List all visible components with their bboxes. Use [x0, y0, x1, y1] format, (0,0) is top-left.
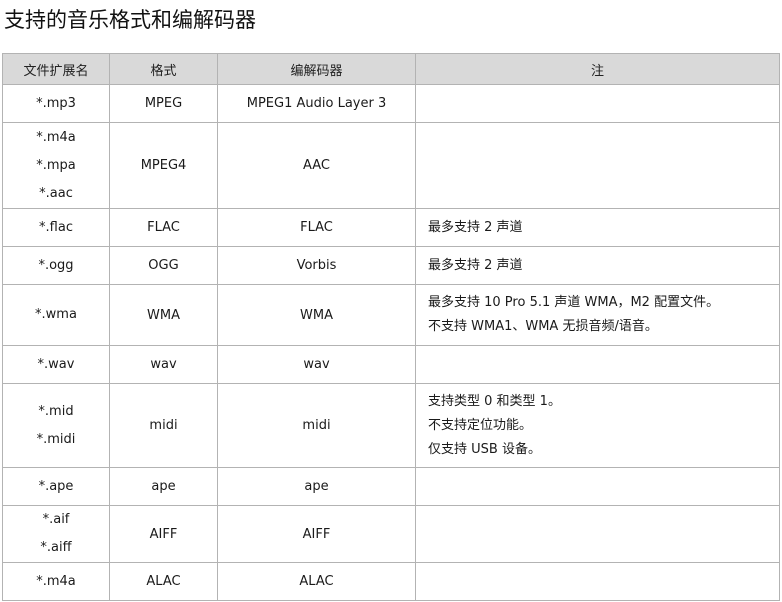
format-cell: midi: [109, 383, 218, 468]
extension-text: *.ape: [38, 478, 74, 494]
extension-cell: *.ape: [2, 467, 110, 506]
extension-cell: *.ogg: [2, 246, 110, 285]
notes-cell: 支持类型 0 和类型 1。 不支持定位功能。 仅支持 USB 设备。: [415, 383, 780, 468]
codec-cell: ALAC: [217, 562, 416, 601]
column-header-extension: 文件扩展名: [2, 53, 110, 85]
format-cell: wav: [109, 345, 218, 384]
notes-cell: [415, 345, 780, 384]
table-row: *.flac FLAC FLAC 最多支持 2 声道: [2, 208, 780, 247]
note-text: 仅支持 USB 设备。: [428, 441, 541, 457]
extension-text: *.m4a: [36, 129, 76, 145]
format-cell: OGG: [109, 246, 218, 285]
table-row: *.m4a ALAC ALAC: [2, 562, 780, 601]
extension-cell: *.flac: [2, 208, 110, 247]
extension-text: *.aif: [42, 512, 70, 527]
note-text: 不支持定位功能。: [428, 417, 533, 433]
extension-cell: *.wma: [2, 284, 110, 346]
note-text: 不支持 WMA1、WMA 无损音频/语音。: [428, 319, 658, 334]
extension-text: *.midi: [36, 431, 76, 447]
codec-cell: FLAC: [217, 208, 416, 247]
notes-cell: [415, 505, 780, 563]
notes-cell: [415, 562, 780, 601]
table-row: *.ape ape ape: [2, 467, 780, 506]
codec-cell: Vorbis: [217, 246, 416, 285]
note-text: 最多支持 2 声道: [428, 257, 523, 273]
column-header-notes: 注: [415, 53, 780, 85]
note-text: 最多支持 10 Pro 5.1 声道 WMA，M2 配置文件。: [428, 295, 720, 310]
table-row: *.aif *.aiff AIFF AIFF: [2, 505, 780, 563]
format-cell: MPEG: [109, 84, 218, 123]
codec-cell: AAC: [217, 122, 416, 209]
extension-text: *.aac: [39, 185, 73, 201]
table-row: *.wav wav wav: [2, 345, 780, 384]
codec-cell: WMA: [217, 284, 416, 346]
extension-cell: *.m4a: [2, 562, 110, 601]
extension-text: *.wav: [37, 356, 75, 372]
format-cell: ALAC: [109, 562, 218, 601]
table-row: *.mid *.midi midi midi 支持类型 0 和类型 1。 不支持…: [2, 383, 780, 468]
extension-text: *.mid: [38, 403, 74, 419]
notes-cell: [415, 122, 780, 209]
music-format-table: 文件扩展名 格式 编解码器 注 *.mp3 MPEG MPEG1 Audio L…: [2, 53, 780, 601]
format-cell: ape: [109, 467, 218, 506]
extension-text: *.wma: [35, 307, 77, 322]
notes-cell: [415, 467, 780, 506]
extension-text: *.m4a: [36, 573, 76, 589]
extension-cell: *.m4a *.mpa *.aac: [2, 122, 110, 209]
codec-cell: MPEG1 Audio Layer 3: [217, 84, 416, 123]
extension-cell: *.aif *.aiff: [2, 505, 110, 563]
extension-text: *.flac: [39, 219, 73, 235]
extension-cell: *.wav: [2, 345, 110, 384]
table-header-row: 文件扩展名 格式 编解码器 注: [2, 53, 780, 85]
table-row: *.mp3 MPEG MPEG1 Audio Layer 3: [2, 84, 780, 123]
codec-cell: midi: [217, 383, 416, 468]
format-cell: MPEG4: [109, 122, 218, 209]
notes-cell: 最多支持 10 Pro 5.1 声道 WMA，M2 配置文件。 不支持 WMA1…: [415, 284, 780, 346]
extension-cell: *.mp3: [2, 84, 110, 123]
table-row: *.wma WMA WMA 最多支持 10 Pro 5.1 声道 WMA，M2 …: [2, 284, 780, 346]
format-cell: FLAC: [109, 208, 218, 247]
notes-cell: 最多支持 2 声道: [415, 208, 780, 247]
codec-cell: ape: [217, 467, 416, 506]
extension-text: *.mp3: [36, 95, 76, 111]
extension-cell: *.mid *.midi: [2, 383, 110, 468]
notes-cell: [415, 84, 780, 123]
extension-text: *.ogg: [38, 257, 74, 273]
extension-text: *.mpa: [36, 157, 76, 173]
notes-cell: 最多支持 2 声道: [415, 246, 780, 285]
codec-cell: AIFF: [217, 505, 416, 563]
format-cell: AIFF: [109, 505, 218, 563]
note-text: 最多支持 2 声道: [428, 219, 523, 235]
format-cell: WMA: [109, 284, 218, 346]
column-header-format: 格式: [109, 53, 218, 85]
table-row: *.m4a *.mpa *.aac MPEG4 AAC: [2, 122, 780, 209]
table-row: *.ogg OGG Vorbis 最多支持 2 声道: [2, 246, 780, 285]
codec-cell: wav: [217, 345, 416, 384]
note-text: 支持类型 0 和类型 1。: [428, 393, 561, 409]
column-header-codec: 编解码器: [217, 53, 416, 85]
extension-text: *.aiff: [40, 540, 72, 555]
page-title: 支持的音乐格式和编解码器: [4, 8, 256, 32]
